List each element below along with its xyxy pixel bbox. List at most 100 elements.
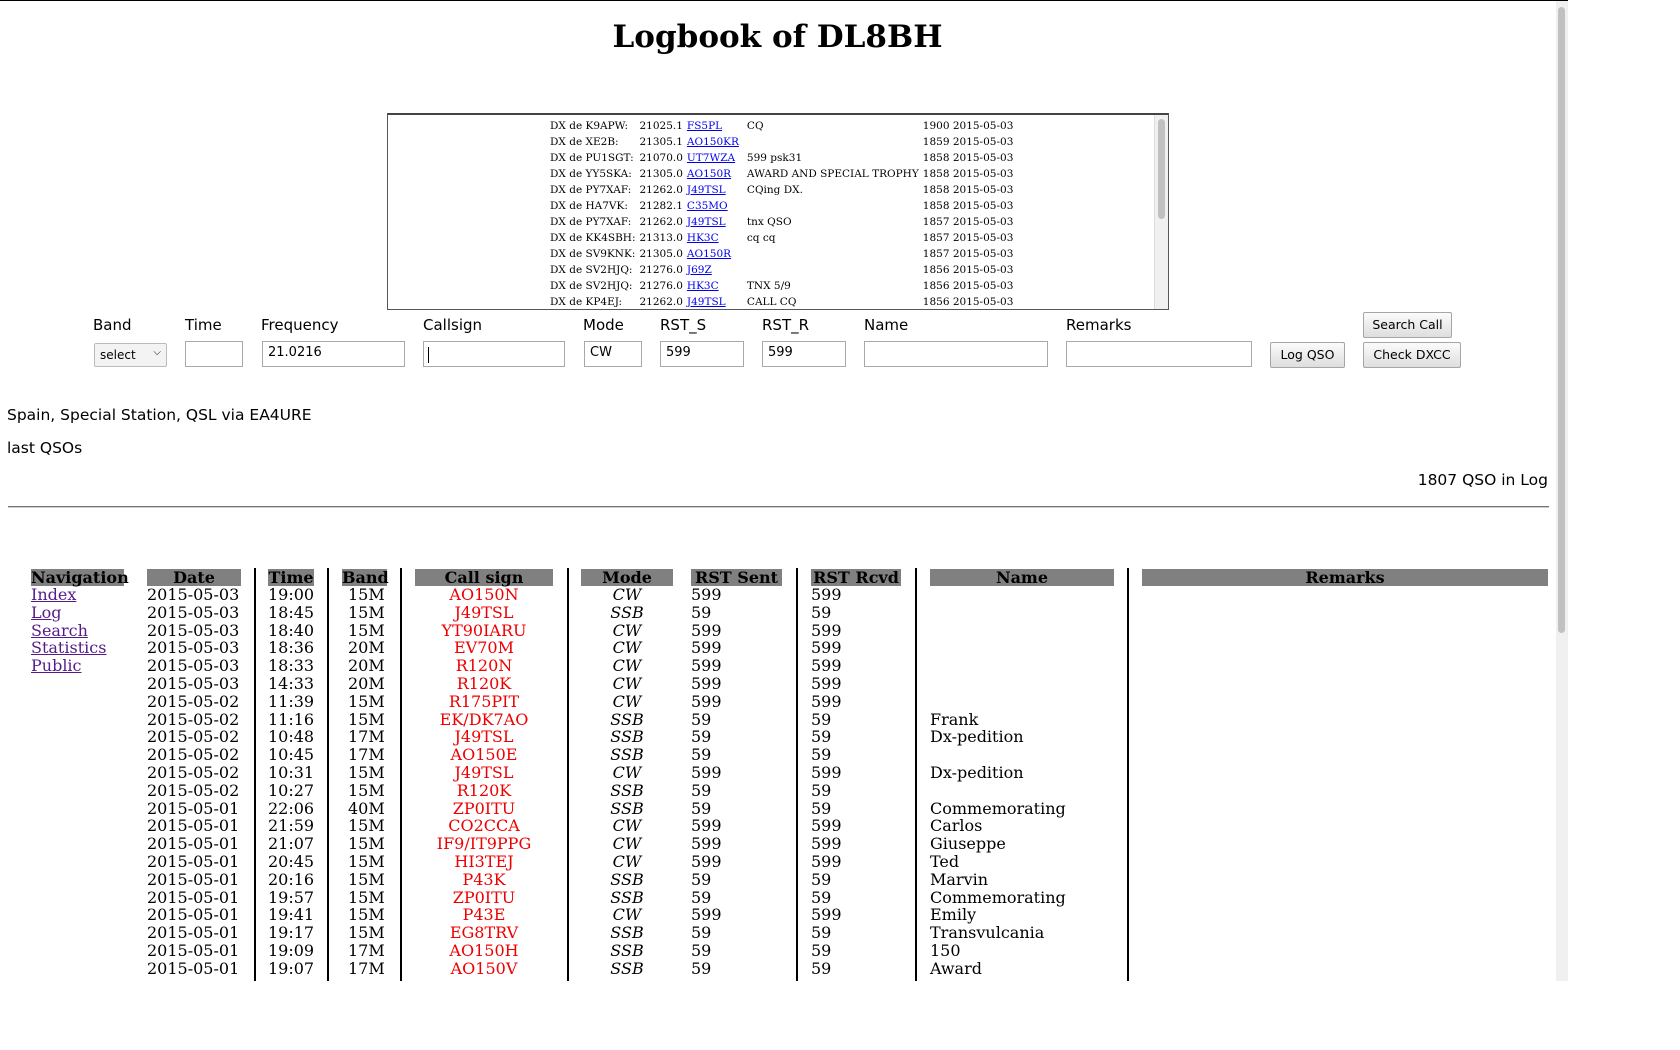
qso-mode: SSB bbox=[610, 602, 644, 622]
dx-spot-row: DX de YY5SKA: 21305.0 AO150R AWARD AND SPEC… bbox=[548, 166, 1015, 182]
qso-rst-sent: 599 bbox=[691, 763, 722, 782]
dx-call-link[interactable]: J69Z bbox=[687, 264, 712, 276]
dx-call-link[interactable]: J49TSL bbox=[687, 296, 726, 308]
page-scroll-thumb[interactable] bbox=[1558, 7, 1565, 633]
qso-date: 2015-05-03 bbox=[147, 638, 240, 658]
table-row: 2015-05-01 19:17 15M EG8TRV SSB 59 59 Transvulc… bbox=[0, 924, 1568, 942]
dx-spot-row: DX de PY7XAF: 21262.0 J49TSL CQing DX. 1858 … bbox=[548, 182, 1015, 198]
header-navigation: Navigation bbox=[31, 568, 129, 587]
qso-mode: SSB bbox=[610, 869, 644, 889]
remarks-field[interactable] bbox=[1066, 341, 1252, 367]
rst-s-field[interactable]: 599 bbox=[660, 341, 744, 367]
qso-rst-rcvd: 599 bbox=[811, 656, 842, 676]
qso-date: 2015-05-02 bbox=[147, 709, 240, 729]
qso-callsign: J49TSL bbox=[454, 763, 514, 782]
callsign-field[interactable] bbox=[423, 341, 565, 367]
table-row: 2015-05-01 19:41 15M P43E CW 599 599 Emily bbox=[0, 906, 1568, 924]
qso-name: Frank bbox=[930, 709, 979, 729]
dx-call-link[interactable]: AO150KR bbox=[687, 136, 739, 148]
dx-call-link[interactable]: HK3C bbox=[687, 280, 719, 292]
qso-mode: CW bbox=[612, 905, 642, 925]
header-call-sign: Call sign bbox=[415, 569, 553, 586]
log-qso-button[interactable]: Log QSO bbox=[1270, 342, 1345, 368]
dx-comment-cell: CQ bbox=[746, 120, 764, 132]
qso-rst-sent: 599 bbox=[691, 834, 722, 854]
qso-mode: SSB bbox=[610, 745, 644, 765]
qso-callsign: J49TSL bbox=[454, 727, 514, 747]
qso-time: 10:27 bbox=[268, 780, 315, 800]
check-dxcc-button[interactable]: Check DXCC bbox=[1363, 342, 1461, 368]
qso-date: 2015-05-01 bbox=[147, 941, 240, 960]
dx-time-cell: 1858 2015-05-03 bbox=[922, 168, 1014, 180]
dx-time-cell: 1857 2015-05-03 bbox=[922, 216, 1014, 228]
qso-name: Emily bbox=[930, 905, 977, 925]
mode-field[interactable]: CW bbox=[584, 341, 642, 367]
dx-cluster-frame[interactable]: DX de K9APW: 21025.1 FS5PL CQ 1900 2015-05-0… bbox=[387, 113, 1169, 310]
dx-call-link-cell: HK3C bbox=[685, 278, 745, 294]
qso-callsign: AO150N bbox=[449, 585, 519, 604]
qso-callsign: ZP0ITU bbox=[452, 798, 516, 818]
qso-name: Transvulcania bbox=[930, 923, 1045, 943]
qso-rst-sent: 599 bbox=[691, 585, 722, 604]
dx-call-link[interactable]: AO150R bbox=[687, 248, 731, 260]
qso-band: 17M bbox=[348, 727, 385, 747]
dx-call-link[interactable]: FS5PL bbox=[687, 120, 722, 132]
rst-r-field[interactable]: 599 bbox=[762, 341, 846, 367]
qso-mode: SSB bbox=[610, 887, 644, 907]
qso-rst-rcvd: 59 bbox=[811, 887, 832, 907]
frequency-field[interactable]: 21.0216 bbox=[262, 341, 405, 367]
qso-name: Commemorating bbox=[930, 887, 1066, 907]
qso-band: 15M bbox=[348, 620, 385, 640]
qso-time: 18:40 bbox=[268, 620, 315, 640]
dx-call-link-cell: FS5PL bbox=[685, 118, 745, 134]
qso-callsign: P43E bbox=[462, 905, 506, 925]
qso-callsign: R120K bbox=[456, 674, 512, 693]
dx-call-link[interactable]: HK3C bbox=[687, 232, 719, 244]
dx-cluster-scrollbar[interactable] bbox=[1154, 115, 1168, 309]
dx-call-link[interactable]: J49TSL bbox=[687, 184, 726, 196]
qso-mode: SSB bbox=[610, 709, 644, 729]
dx-spotter-cell: DX de K9APW: bbox=[550, 120, 629, 132]
qso-rst-sent: 59 bbox=[691, 745, 712, 765]
header-time: Time bbox=[268, 568, 314, 587]
dx-frequency-cell: 21262.0 bbox=[639, 184, 683, 196]
qso-band: 15M bbox=[348, 780, 385, 800]
table-row: 2015-05-02 10:27 15M R120K SSB 59 59 bbox=[0, 780, 1568, 800]
qso-callsign: J49TSL bbox=[454, 602, 514, 622]
search-call-button[interactable]: Search Call bbox=[1363, 312, 1452, 338]
time-field[interactable] bbox=[185, 341, 243, 367]
page-scrollbar[interactable] bbox=[1556, 1, 1568, 981]
qso-time: 18:36 bbox=[268, 638, 315, 658]
qso-time: 18:45 bbox=[268, 602, 315, 622]
dx-time-cell: 1856 2015-05-03 bbox=[922, 264, 1014, 276]
qso-date: 2015-05-01 bbox=[147, 816, 240, 836]
dx-call-link[interactable]: J49TSL bbox=[687, 216, 726, 228]
table-row: 2015-05-02 10:45 17M AO150E SSB 59 59 bbox=[0, 746, 1568, 764]
dx-time-cell: 1856 2015-05-03 bbox=[922, 296, 1014, 308]
dx-frequency-cell: 21305.0 bbox=[639, 248, 683, 260]
qso-name: Award bbox=[930, 958, 982, 978]
dx-cluster-scroll-thumb[interactable] bbox=[1158, 119, 1165, 219]
band-select[interactable]: select ⌵ bbox=[94, 343, 167, 367]
name-field[interactable] bbox=[864, 341, 1048, 367]
header-date: Date bbox=[147, 569, 241, 586]
dx-call-link[interactable]: AO150R bbox=[687, 168, 731, 180]
table-row: 2015-05-03 19:00 15M AO150N CW 599 599 bbox=[0, 586, 1568, 604]
qso-band: 15M bbox=[348, 923, 385, 943]
qso-date: 2015-05-01 bbox=[147, 958, 240, 978]
dx-spot-row: DX de KK4SBH: 21313.0 HK3C cq cq 1857 2015-0… bbox=[548, 230, 1015, 246]
qso-rst-sent: 59 bbox=[691, 869, 712, 889]
header-rst-rcvd: RST Rcvd bbox=[811, 569, 901, 586]
dx-call-link[interactable]: UT7WZA bbox=[687, 152, 735, 164]
qso-date: 2015-05-01 bbox=[147, 852, 240, 871]
qso-mode: CW bbox=[612, 674, 642, 693]
qso-rst-rcvd: 59 bbox=[811, 798, 832, 818]
dx-spotter-cell: DX de PY7XAF: bbox=[550, 184, 632, 196]
dx-time-cell: 1900 2015-05-03 bbox=[922, 120, 1014, 132]
qso-mode: SSB bbox=[610, 958, 644, 978]
qso-date: 2015-05-02 bbox=[147, 763, 240, 782]
dx-spotter-cell: DX de SV2HJQ: bbox=[550, 264, 633, 276]
dx-call-link[interactable]: C35MO bbox=[687, 200, 728, 212]
qso-rst-sent: 59 bbox=[691, 958, 712, 978]
qso-rst-rcvd: 599 bbox=[811, 763, 842, 782]
